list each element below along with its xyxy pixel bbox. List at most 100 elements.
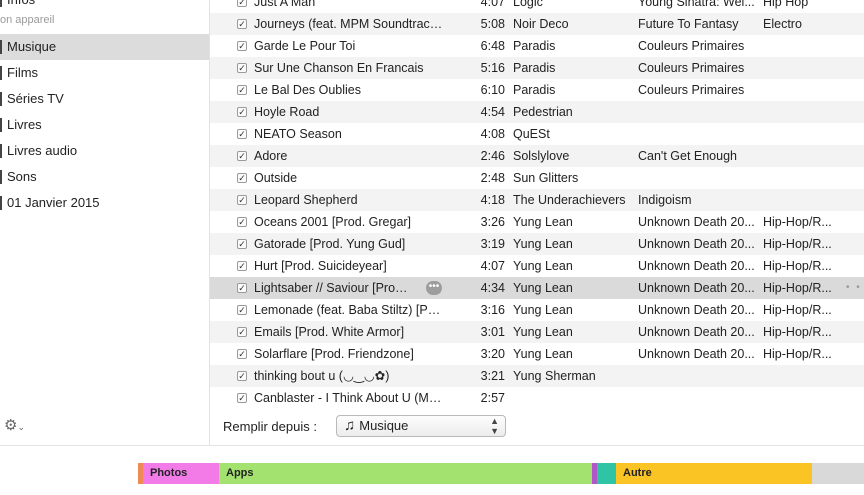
track-checkbox[interactable]: ✓ — [237, 239, 247, 249]
track-name: Outside — [254, 171, 298, 185]
track-checkbox[interactable]: ✓ — [237, 63, 247, 73]
sidebar-item-sons[interactable]: Sons — [0, 164, 209, 190]
track-name: Oceans 2001 [Prod. Gregar] — [254, 215, 412, 229]
track-artist: Yung Lean — [513, 303, 573, 317]
track-album: Future To Fantasy — [638, 17, 739, 31]
track-album: Unknown Death 20... — [638, 215, 755, 229]
track-checkbox[interactable]: ✓ — [237, 41, 247, 51]
track-time: 5:08 — [480, 17, 505, 31]
track-genre: Hip-Hop/R... — [763, 281, 832, 295]
track-row[interactable]: ✓ thinking bout u (◡‿◡✿) 3:21 Yung Sherman — [210, 365, 864, 387]
track-time: 4:18 — [480, 193, 505, 207]
track-artist: Paradis — [513, 83, 556, 97]
track-row[interactable]: ✓ Lemonade (feat. Baba Stiltz) [Pro... 3:1… — [210, 299, 864, 321]
sidebar-item-livres-audio[interactable]: Livres audio — [0, 138, 209, 164]
track-name: Gatorade [Prod. Yung Gud] — [254, 237, 406, 251]
track-artist: Noir Deco — [513, 17, 569, 31]
track-row[interactable]: ✓ Leopard Shepherd 4:18 The Underachievers I… — [210, 189, 864, 211]
settings-menu-button[interactable]: ⚙⌄ — [4, 416, 25, 434]
track-row[interactable]: ✓ Sur Une Chanson En Francais 5:16 Paradis C… — [210, 57, 864, 79]
track-time: 4:54 — [480, 105, 505, 119]
track-row[interactable]: ✓ Just A Man 4:07 Logic Young Sinatra: Wel..… — [210, 0, 864, 13]
sidebar-item-playlist[interactable]: 01 Janvier 2015 — [0, 190, 209, 216]
sidebar-item-infos[interactable]: Infos — [0, 0, 209, 13]
sidebar-section-label: on appareil — [0, 14, 55, 26]
track-checkbox[interactable]: ✓ — [237, 129, 247, 139]
track-checkbox[interactable]: ✓ — [237, 371, 247, 381]
track-name: Solarflare [Prod. Friendzone] — [254, 347, 414, 361]
track-artist: Solslylove — [513, 149, 570, 163]
track-list: ✓ Just A Man 4:07 Logic Young Sinatra: Wel..… — [210, 0, 864, 408]
track-checkbox[interactable]: ✓ — [237, 217, 247, 227]
track-row[interactable]: ✓ Le Bal Des Oublies 6:10 Paradis Couleurs P… — [210, 79, 864, 101]
sidebar-item-films[interactable]: Films — [0, 60, 209, 86]
track-row[interactable]: ✓ Outside 2:48 Sun Glitters — [210, 167, 864, 189]
track-row[interactable]: ✓ Hoyle Road 4:54 Pedestrian — [210, 101, 864, 123]
track-row[interactable]: ✓ Adore 2:46 Solslylove Can't Get Enough — [210, 145, 864, 167]
track-album: Indigoism — [638, 193, 692, 207]
track-artist: Yung Lean — [513, 215, 573, 229]
more-options-icon[interactable]: ••• — [426, 281, 442, 295]
track-name: thinking bout u (◡‿◡✿) — [254, 369, 390, 383]
track-checkbox[interactable]: ✓ — [237, 283, 247, 293]
sidebar-item-series-tv[interactable]: Séries TV — [0, 86, 209, 112]
track-artist: Logic — [513, 0, 543, 9]
track-time: 3:21 — [480, 369, 505, 383]
track-checkbox[interactable]: ✓ — [237, 195, 247, 205]
track-name: Emails [Prod. White Armor] — [254, 325, 405, 339]
track-row[interactable]: ✓ Hurt [Prod. Suicideyear] 4:07 Yung Lean Un… — [210, 255, 864, 277]
track-row[interactable]: ✓ Lightsaber // Saviour [Prod.... 4:34 Yung… — [210, 277, 864, 299]
track-name: Hurt [Prod. Suicideyear] — [254, 259, 387, 273]
track-checkbox[interactable]: ✓ — [237, 85, 247, 95]
track-time: 6:10 — [480, 83, 505, 97]
track-row[interactable]: ✓ Canblaster - I Think About U (Ma... 2:57 — [210, 387, 864, 408]
track-checkbox[interactable]: ✓ — [237, 173, 247, 183]
track-genre: Hip-Hop/R... — [763, 237, 832, 251]
track-genre: Hip-Hop/R... — [763, 325, 832, 339]
track-time: 2:57 — [480, 391, 505, 405]
track-album: Unknown Death 20... — [638, 237, 755, 251]
track-name: NEATO Season — [254, 127, 342, 141]
sidebar-item-musique[interactable]: Musique — [0, 34, 209, 60]
track-name: Just A Man — [254, 0, 316, 9]
track-album: Couleurs Primaires — [638, 39, 745, 53]
track-genre: Hip-Hop/R... — [763, 259, 832, 273]
sidebar: Infos on appareil Musique Films Séries T… — [0, 0, 210, 445]
track-time: 3:20 — [480, 347, 505, 361]
track-checkbox[interactable]: ✓ — [237, 151, 247, 161]
fill-from-select[interactable]: ♫ Musique ▲ ▼ — [336, 415, 506, 437]
track-checkbox[interactable]: ✓ — [237, 349, 247, 359]
track-name: Le Bal Des Oublies — [254, 83, 362, 97]
track-row[interactable]: ✓ NEATO Season 4:08 QuESt — [210, 123, 864, 145]
track-time: 6:48 — [480, 39, 505, 53]
track-checkbox[interactable]: ✓ — [237, 305, 247, 315]
track-artist: Yung Lean — [513, 237, 573, 251]
track-time: 3:19 — [480, 237, 505, 251]
track-name: Canblaster - I Think About U (Ma... — [254, 391, 444, 405]
track-row[interactable]: ✓ Garde Le Pour Toi 6:48 Paradis Couleurs Pr… — [210, 35, 864, 57]
track-genre: Hip-Hop/R... — [763, 215, 832, 229]
track-checkbox[interactable]: ✓ — [237, 0, 247, 7]
track-checkbox[interactable]: ✓ — [237, 393, 247, 403]
sidebar-item-livres[interactable]: Livres — [0, 112, 209, 138]
track-checkbox[interactable]: ✓ — [237, 107, 247, 117]
track-checkbox[interactable]: ✓ — [237, 327, 247, 337]
track-name: Hoyle Road — [254, 105, 320, 119]
track-artist: Yung Lean — [513, 347, 573, 361]
track-row[interactable]: ✓ Oceans 2001 [Prod. Gregar] 3:26 Yung Lean… — [210, 211, 864, 233]
track-genre: Hip-Hop/R... — [763, 303, 832, 317]
track-time: 4:07 — [480, 0, 505, 9]
fill-from-bar: Remplir depuis : ♫ Musique ▲ ▼ — [210, 408, 864, 445]
track-row[interactable]: ✓ Emails [Prod. White Armor] 3:01 Yung Lean… — [210, 321, 864, 343]
row-menu-icon[interactable]: • • — [846, 277, 862, 299]
track-album: Unknown Death 20... — [638, 259, 755, 273]
track-genre: Hip-Hop/R... — [763, 347, 832, 361]
track-row[interactable]: ✓ Journeys (feat. MPM Soundtracks) 5:08 Noi… — [210, 13, 864, 35]
track-checkbox[interactable]: ✓ — [237, 261, 247, 271]
track-row[interactable]: ✓ Gatorade [Prod. Yung Gud] 3:19 Yung Lean U… — [210, 233, 864, 255]
capacity-segment-apps: Apps — [219, 463, 592, 484]
track-genre: Hip Hop — [763, 0, 809, 9]
track-checkbox[interactable]: ✓ — [237, 19, 247, 29]
track-row[interactable]: ✓ Solarflare [Prod. Friendzone] 3:20 Yung L… — [210, 343, 864, 365]
track-genre: Electro — [763, 17, 802, 31]
